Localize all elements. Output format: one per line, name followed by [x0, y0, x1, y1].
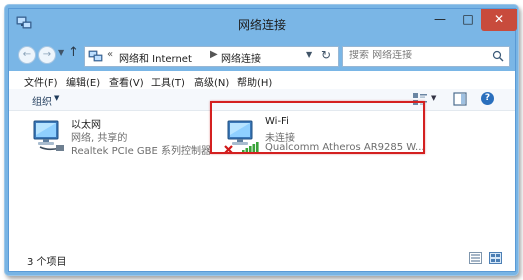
item-count: 3 个项目 [27, 257, 67, 268]
large-icons-view-icon[interactable] [489, 252, 502, 264]
search-icon[interactable] [492, 50, 504, 62]
status-bar: 3 个项目 [9, 245, 515, 271]
breadcrumb-network-connections[interactable]: 网络连接 [221, 50, 261, 65]
breadcrumb-overflow[interactable]: « [107, 49, 113, 60]
menu-edit[interactable]: 编辑(E) [66, 74, 100, 89]
menu-file[interactable]: 文件(F) [24, 74, 58, 89]
menu-tools[interactable]: 工具(T) [151, 74, 185, 89]
menu-advanced[interactable]: 高级(N) [194, 74, 229, 89]
menu-help[interactable]: 帮助(H) [237, 74, 272, 89]
address-dropdown-icon[interactable]: ▼ [306, 50, 312, 59]
back-button[interactable]: ← [18, 46, 36, 64]
help-button[interactable]: ? [481, 92, 494, 105]
breadcrumb-network-and-internet[interactable]: 网络和 Internet [119, 50, 192, 65]
organize-button[interactable]: 组织 [32, 93, 52, 108]
search-box[interactable] [342, 46, 510, 67]
menu-view[interactable]: 查看(V) [109, 74, 144, 89]
details-view-icon[interactable] [469, 252, 482, 264]
menu-bar: 文件(F) 编辑(E) 查看(V) 工具(T) 高级(N) 帮助(H) [9, 71, 515, 89]
list-item-ethernet[interactable]: 以太网 网络, 共享的 Realtek PCIe GBE 系列控制器 [30, 114, 220, 160]
breadcrumb-separator-icon[interactable]: ▶ [210, 49, 218, 60]
recent-locations-chevron-down-icon[interactable]: ▼ [58, 48, 64, 57]
navigation-bar: ← → ▼ ↑ « 网络和 Internet ▶ 网络连接 ▼ ↻ [9, 39, 515, 71]
wifi-highlight-box [210, 101, 425, 154]
forward-button[interactable]: → [38, 46, 56, 64]
refresh-button[interactable]: ↻ [321, 48, 331, 62]
close-button[interactable]: ✕ [481, 9, 517, 31]
connection-adapter: Realtek PCIe GBE 系列控制器 [71, 146, 211, 157]
view-options-chevron-down-icon[interactable]: ▼ [431, 94, 436, 102]
up-level-button[interactable]: ↑ [68, 45, 79, 60]
maximize-button[interactable]: □ [454, 9, 482, 31]
title-bar[interactable]: 网络连接 — □ ✕ [9, 9, 517, 39]
search-input[interactable] [349, 50, 479, 61]
address-bar[interactable]: « 网络和 Internet ▶ 网络连接 ▼ ↻ [84, 46, 339, 67]
network-folder-icon [88, 50, 103, 62]
preview-pane-icon[interactable] [453, 92, 467, 106]
ethernet-adapter-icon [33, 120, 64, 151]
organize-chevron-down-icon[interactable]: ▼ [54, 94, 59, 102]
minimize-button[interactable]: — [426, 9, 454, 31]
